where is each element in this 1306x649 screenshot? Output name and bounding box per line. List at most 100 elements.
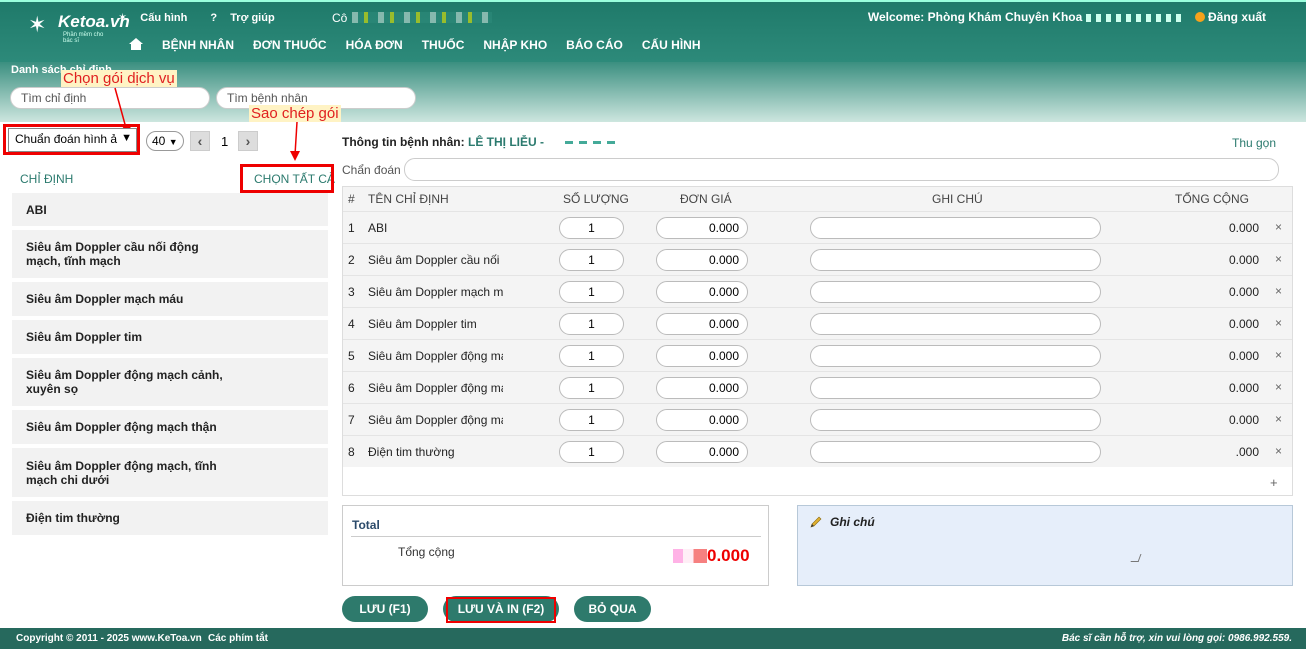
note-input[interactable] (810, 441, 1101, 463)
shortcuts-link[interactable]: Các phím tắt (208, 633, 268, 644)
delete-row-button[interactable]: × (1275, 348, 1282, 362)
delete-row-button[interactable]: × (1275, 220, 1282, 234)
notes-title: Ghi chú (830, 515, 875, 529)
highlight-select-all (240, 164, 334, 193)
redacted-text (673, 549, 707, 563)
row-total: 0.000 (1228, 285, 1259, 299)
delete-row-button[interactable]: × (1275, 252, 1282, 266)
help-link[interactable]: ? Trợ giúp (210, 12, 284, 24)
quantity-input[interactable]: 1 (559, 217, 624, 239)
patient-name: LÊ THỊ LIỄU - (467, 135, 544, 149)
delete-row-button[interactable]: × (1275, 444, 1282, 458)
row-total: 0.000 (1228, 253, 1259, 267)
highlight-package-select (3, 124, 140, 155)
row-name: Siêu âm Doppler động mạch thận (368, 381, 503, 395)
note-input[interactable] (810, 409, 1101, 431)
row-name: Siêu âm Doppler động mạch cảnh, xuyên sọ (368, 349, 503, 363)
quantity-input[interactable]: 1 (559, 345, 624, 367)
note-input[interactable] (810, 249, 1101, 271)
list-item[interactable]: Điện tim thường (12, 501, 328, 535)
price-input[interactable]: 0.000 (656, 345, 748, 367)
row-name: Điện tim thường (368, 445, 455, 459)
star-icon: ✶ (118, 12, 131, 24)
patient-info: Thông tin bệnh nhân: LÊ THỊ LIỄU - (342, 135, 616, 149)
prev-page-button[interactable]: ‹ (190, 131, 210, 151)
quantity-input[interactable]: 1 (559, 313, 624, 335)
add-row-button[interactable]: + (1270, 475, 1278, 490)
redacted-text (352, 12, 492, 23)
logout-link[interactable]: Đăng xuất (1194, 10, 1266, 24)
list-item[interactable]: Siêu âm Doppler mạch máu (12, 282, 328, 316)
quantity-input[interactable]: 1 (559, 409, 624, 431)
list-item[interactable]: Siêu âm Doppler động mạch cảnh, xuyên sọ (12, 358, 328, 406)
page-size-select[interactable]: 40 ▼ (146, 131, 184, 151)
app-header: ✶ Ketoa.vn Phần mềm cho bác sĩ ✶ Cấu hìn… (0, 0, 1306, 62)
table-row: 3 Siêu âm Doppler mạch máu 1 0.000 0.000 × (343, 275, 1292, 307)
diagnosis-label: Chẩn đoán : (342, 163, 408, 177)
price-input[interactable]: 0.000 (656, 217, 748, 239)
note-input[interactable] (810, 345, 1101, 367)
price-input[interactable]: 0.000 (656, 313, 748, 335)
list-item[interactable]: Siêu âm Doppler động mạch, tĩnh mạch chi… (12, 448, 328, 497)
table-row: 7 Siêu âm Doppler động mạch, tĩnh mạch ch… (343, 403, 1292, 435)
list-item[interactable]: Siêu âm Doppler động mạch thận (12, 410, 328, 444)
nav-invoices[interactable]: HÓA ĐƠN (346, 38, 403, 52)
indication-table: # TÊN CHỈ ĐỊNH SỐ LƯỢNG ĐƠN GIÁ GHI CHÚ … (342, 186, 1293, 496)
logo[interactable]: ✶ Ketoa.vn Phần mềm cho bác sĩ (28, 10, 130, 50)
divider (351, 536, 761, 537)
nav-config[interactable]: CẤU HÌNH (642, 38, 701, 52)
next-page-button[interactable]: › (238, 131, 258, 151)
note-input[interactable] (810, 281, 1101, 303)
note-input[interactable] (810, 217, 1101, 239)
price-input[interactable]: 0.000 (656, 281, 748, 303)
save-button[interactable]: LƯU (F1) (342, 596, 428, 622)
redacted-text (1085, 13, 1186, 22)
footer: Copyright © 2011 - 2025 www.KeToa.vn Các… (0, 628, 1306, 649)
home-icon[interactable] (128, 38, 144, 52)
nav-prescriptions[interactable]: ĐƠN THUỐC (253, 38, 327, 52)
table-header: # TÊN CHỈ ĐỊNH SỐ LƯỢNG ĐƠN GIÁ GHI CHÚ … (343, 187, 1292, 211)
table-row: 5 Siêu âm Doppler động mạch cảnh, xuyên s… (343, 339, 1292, 371)
quantity-input[interactable]: 1 (559, 281, 624, 303)
price-input[interactable]: 0.000 (656, 377, 748, 399)
delete-row-button[interactable]: × (1275, 316, 1282, 330)
skip-button[interactable]: BỎ QUA (574, 596, 651, 622)
nav-reports[interactable]: BÁO CÁO (566, 38, 623, 52)
nav-import[interactable]: NHẬP KHO (483, 38, 547, 52)
nav-medicines[interactable]: THUỐC (422, 38, 465, 52)
quantity-input[interactable]: 1 (559, 377, 624, 399)
welcome-text: Welcome: Phòng Khám Chuyên Khoa Đăng xuấ… (867, 10, 1266, 24)
note-input[interactable] (810, 313, 1101, 335)
list-item[interactable]: ABI (12, 193, 328, 226)
row-index: 1 (348, 221, 355, 235)
sub-header: Danh sách chỉ định Tìm chỉ định Tìm bệnh… (0, 62, 1306, 122)
nav-patients[interactable]: BỆNH NHÂN (162, 38, 234, 52)
indication-column-label: CHỈ ĐỊNH (20, 172, 74, 186)
row-total: 0.000 (1228, 349, 1259, 363)
diagnosis-input[interactable] (404, 158, 1279, 181)
indication-list: ABI Siêu âm Doppler cầu nối động mạch, t… (12, 193, 328, 539)
resize-handle-icon[interactable] (1130, 554, 1142, 562)
question-icon: ? (210, 12, 221, 24)
delete-row-button[interactable]: × (1275, 284, 1282, 298)
quantity-input[interactable]: 1 (559, 441, 624, 463)
delete-row-button[interactable]: × (1275, 412, 1282, 426)
total-value: 0.000 (673, 546, 750, 566)
logo-icon: ✶ (28, 12, 47, 37)
delete-row-button[interactable]: × (1275, 380, 1282, 394)
clinic-code-label: Cô (332, 11, 348, 25)
list-item[interactable]: Siêu âm Doppler tim (12, 320, 328, 354)
price-input[interactable]: 0.000 (656, 441, 748, 463)
list-item[interactable]: Siêu âm Doppler cầu nối động mạch, tĩnh … (12, 230, 328, 278)
annotation-choose-package: Chọn gói dịch vụ (61, 70, 177, 87)
price-input[interactable]: 0.000 (656, 409, 748, 431)
quantity-input[interactable]: 1 (559, 249, 624, 271)
row-name: ABI (368, 221, 388, 235)
price-input[interactable]: 0.000 (656, 249, 748, 271)
collapse-link[interactable]: Thu gọn (1232, 136, 1276, 150)
logo-tagline: Phần mềm cho bác sĩ (63, 32, 104, 44)
note-input[interactable] (810, 377, 1101, 399)
row-index: 8 (348, 445, 355, 459)
config-link[interactable]: ✶ Cấu hình (118, 12, 197, 24)
search-indication-input[interactable]: Tìm chỉ định (10, 87, 210, 109)
